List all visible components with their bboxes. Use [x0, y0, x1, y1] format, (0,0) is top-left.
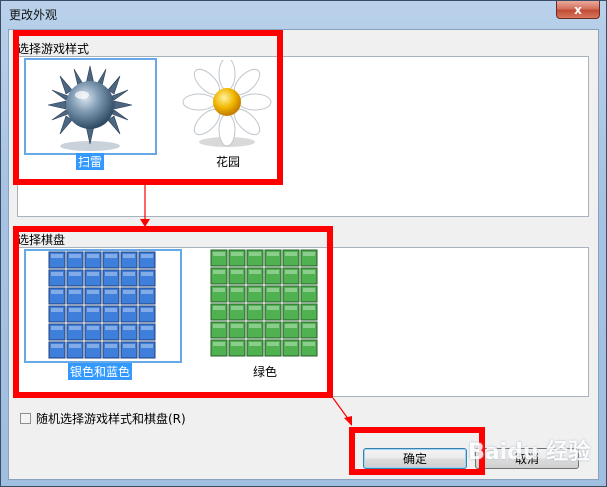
random-checkbox-row[interactable]: 随机选择游戏样式和棋盘(R)	[20, 410, 186, 427]
watermark-logo: Baidu 经验	[468, 440, 591, 465]
annotation-box-style	[13, 30, 283, 185]
annotation-box-ok	[349, 427, 485, 475]
random-checkbox[interactable]	[20, 413, 31, 424]
window-title: 更改外观	[9, 8, 58, 22]
annotation-box-board	[13, 226, 333, 398]
random-checkbox-label: 随机选择游戏样式和棋盘(R)	[36, 412, 186, 426]
titlebar[interactable]: 更改外观 x	[1, 1, 606, 27]
close-button[interactable]: x	[556, 1, 600, 19]
close-icon: x	[574, 2, 582, 17]
